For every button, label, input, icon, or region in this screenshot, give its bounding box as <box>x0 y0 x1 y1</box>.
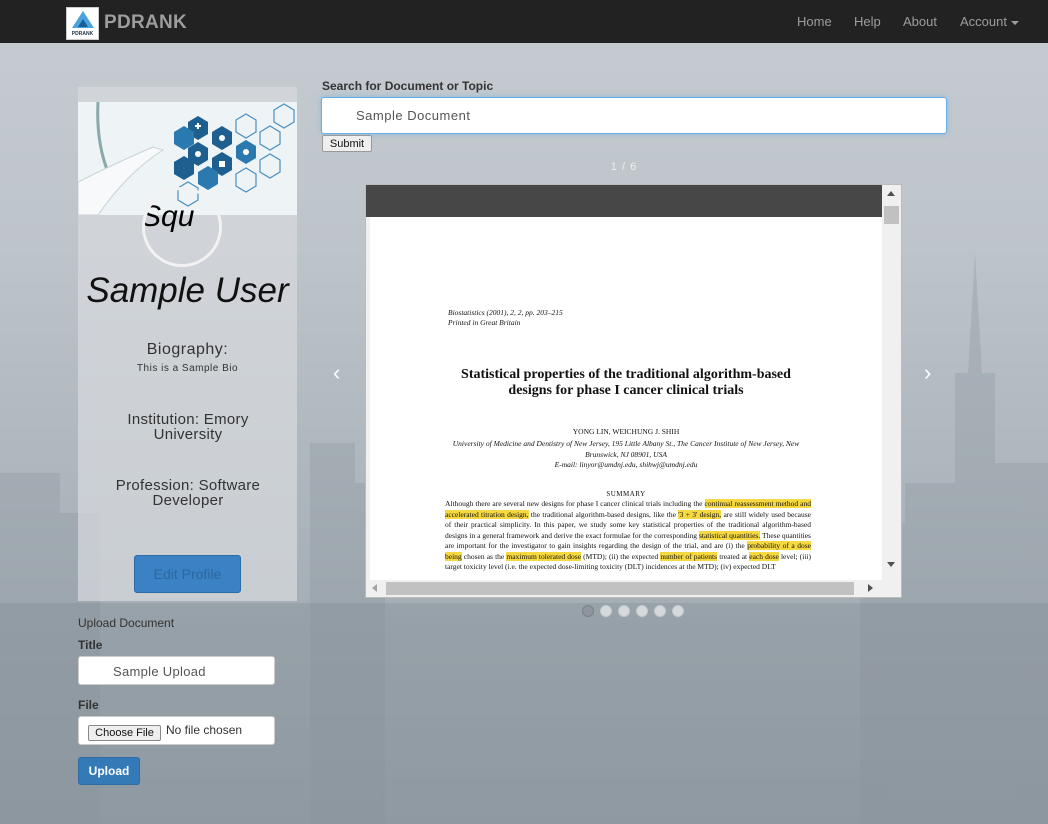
journal-line: Biostatistics (2001), 2, 2, pp. 203–215 <box>448 308 563 317</box>
affiliation-text: University of Medicine and Dentistry of … <box>452 439 800 459</box>
scroll-right-icon[interactable] <box>868 584 873 592</box>
paper-abstract: Although there are several new designs f… <box>445 499 812 573</box>
abstract-text: (MTD); (ii) the expected <box>581 551 661 561</box>
horizontal-scrollbar[interactable] <box>366 580 882 597</box>
upload-button[interactable]: Upload <box>78 757 140 785</box>
scroll-left-icon[interactable] <box>372 584 377 592</box>
nav-help-link[interactable]: Help <box>854 14 881 29</box>
caret-down-icon <box>1010 20 1019 25</box>
pdf-page: Biostatistics (2001), 2, 2, pp. 203–215 … <box>370 217 882 580</box>
journal-citation: Biostatistics (2001), 2, 2, pp. 203–215 … <box>448 308 563 328</box>
carousel-indicator-dot[interactable] <box>672 605 684 617</box>
pdf-toolbar <box>366 185 882 217</box>
upload-title-label: Title <box>78 638 103 652</box>
choose-file-button[interactable]: Choose File <box>88 725 161 741</box>
no-file-chosen-text: No file chosen <box>166 723 243 737</box>
submit-button[interactable]: Submit <box>322 135 372 152</box>
profession-text: Profession: Software Developer <box>115 477 261 509</box>
edit-profile-button[interactable]: Edit Profile <box>134 555 241 593</box>
upload-title-input[interactable]: Sample Upload <box>78 656 275 685</box>
upload-heading: Upload Document <box>78 616 175 630</box>
highlight[interactable]: statistical quantities. <box>698 530 761 540</box>
carousel-indicator-dot[interactable] <box>654 605 666 617</box>
carousel-indicator-dot[interactable] <box>582 605 594 617</box>
logo-inner-triangle-icon <box>78 19 88 27</box>
vertical-scroll-thumb[interactable] <box>884 206 899 224</box>
institution-text: Institution: Emory University <box>127 411 249 443</box>
search-input[interactable]: Sample Document <box>321 97 947 134</box>
carousel-indicator-dot[interactable] <box>600 605 612 617</box>
nav-home-link[interactable]: Home <box>797 14 832 29</box>
highlight[interactable]: maximum tolerated dose <box>506 551 582 561</box>
highlight[interactable]: each dose <box>749 551 779 561</box>
file-input[interactable]: Choose File No file chosen <box>78 716 275 745</box>
journal-line: Printed in Great Britain <box>448 318 521 327</box>
nav-account-dropdown[interactable]: Account <box>960 14 1019 29</box>
logo-text: PDRANK <box>71 31 94 37</box>
biography-text: This is a Sample Bio <box>136 363 239 374</box>
carousel-indicator-dot[interactable] <box>636 605 648 617</box>
search-label: Search for Document or Topic <box>322 79 494 93</box>
abstract-text: the traditional algorithm-based designs,… <box>528 509 679 519</box>
email-text: E-mail: linyor@umdnj.edu, shihwj@umdnj.e… <box>554 460 698 469</box>
vertical-scrollbar[interactable] <box>882 185 901 580</box>
summary-heading: SUMMARY <box>606 490 646 498</box>
slide-counter: 1 / 6 <box>610 161 638 173</box>
user-name: Sample User <box>86 271 289 310</box>
paper-authors: YONG LIN, WEICHUNG J. SHIH <box>572 427 680 436</box>
paper-title-text: Statistical properties of the traditiona… <box>461 367 791 398</box>
user-avatar[interactable]: Squ <box>142 187 222 267</box>
avatar-alt-text: Squ <box>142 200 195 233</box>
nav-about-link[interactable]: About <box>903 14 937 29</box>
highlight[interactable]: number of patients <box>660 551 718 561</box>
pdf-viewer[interactable]: Biostatistics (2001), 2, 2, pp. 203–215 … <box>365 184 902 598</box>
horizontal-scroll-thumb[interactable] <box>386 582 854 595</box>
top-navbar: PDRANK PDRANK Home Help About Account <box>0 0 1048 43</box>
carousel-prev-arrow-icon[interactable]: ‹ <box>333 360 340 386</box>
pdrank-logo[interactable]: PDRANK <box>66 7 99 40</box>
carousel-indicator-dot[interactable] <box>618 605 630 617</box>
carousel-next-arrow-icon[interactable]: › <box>924 360 931 386</box>
scroll-up-icon[interactable] <box>887 191 895 196</box>
paper-affiliation: University of Medicine and Dentistry of … <box>440 439 812 471</box>
paper-title: Statistical properties of the traditiona… <box>370 367 882 399</box>
highlight[interactable]: '3 + 3' design, <box>678 509 722 519</box>
upload-file-label: File <box>78 698 99 712</box>
biography-label: Biography: <box>146 341 229 358</box>
scroll-down-icon[interactable] <box>887 562 895 567</box>
brand-name[interactable]: PDRANK <box>104 12 187 34</box>
abstract-text: chosen as the <box>461 551 507 561</box>
abstract-text: treated at <box>717 551 750 561</box>
abstract-text: Although there are several new designs f… <box>445 499 705 508</box>
nav-account-label: Account <box>960 14 1007 29</box>
